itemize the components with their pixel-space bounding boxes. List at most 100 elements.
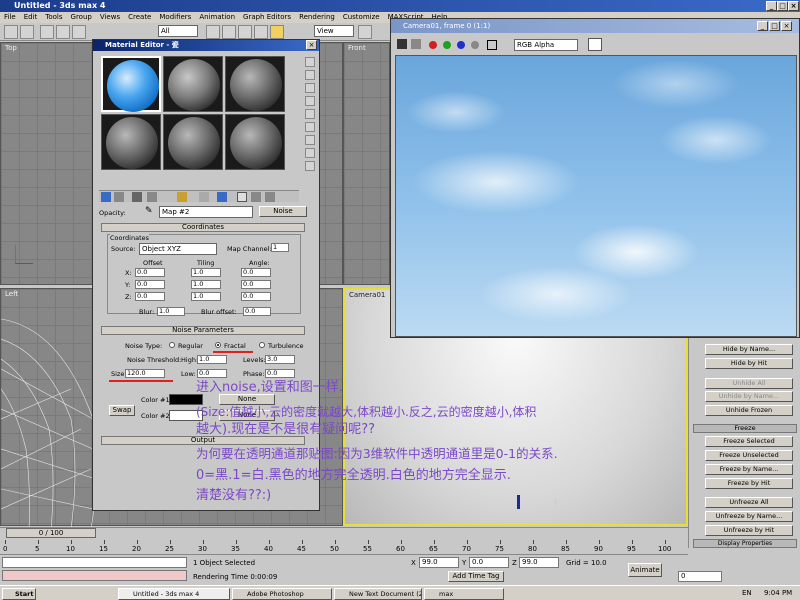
- red-channel-icon[interactable]: [429, 41, 437, 49]
- noise-type-fractal-radio[interactable]: [215, 342, 221, 348]
- tiling-y-spinner[interactable]: 1.0: [191, 280, 221, 289]
- show-end-result-icon[interactable]: [237, 192, 247, 202]
- selection-filter-dropdown[interactable]: All: [158, 25, 198, 37]
- channel-display-dropdown[interactable]: RGB Alpha: [514, 39, 578, 51]
- get-material-icon[interactable]: [101, 192, 111, 202]
- green-channel-icon[interactable]: [443, 41, 451, 49]
- go-to-parent-icon[interactable]: [251, 192, 261, 202]
- map-channel-spinner[interactable]: 1: [271, 243, 289, 252]
- menu-tools[interactable]: Tools: [41, 12, 66, 23]
- put-to-scene-icon[interactable]: [114, 192, 124, 202]
- background-icon[interactable]: [305, 83, 315, 93]
- material-slot-1[interactable]: [101, 56, 161, 112]
- viewport-label-camera[interactable]: Camera01: [349, 291, 385, 299]
- menu-customize[interactable]: Customize: [339, 12, 384, 23]
- material-slot-6[interactable]: [225, 114, 285, 170]
- freeze-selected-button[interactable]: Freeze Selected: [705, 436, 793, 447]
- material-editor-window[interactable]: Material Editor - 瓷 × Opacity: ✎ Map #2 …: [92, 39, 320, 511]
- time-slider-track[interactable]: [0, 527, 688, 539]
- display-properties-rollout[interactable]: Display Properties: [693, 539, 797, 548]
- size-spinner[interactable]: 120.0: [125, 369, 165, 378]
- material-editor-title[interactable]: Material Editor - 瓷: [93, 40, 319, 51]
- map-name-field[interactable]: Map #2: [159, 206, 253, 218]
- material-slot-3[interactable]: [225, 56, 285, 112]
- language-indicator[interactable]: EN: [742, 589, 752, 597]
- color-swatch[interactable]: [588, 38, 602, 51]
- add-time-tag-button[interactable]: Add Time Tag: [448, 571, 504, 582]
- freeze-by-hit-button[interactable]: Freeze by Hit: [705, 478, 793, 489]
- delete-icon[interactable]: [132, 192, 142, 202]
- material-slot-4[interactable]: [101, 114, 161, 170]
- select-by-material-icon[interactable]: [305, 148, 315, 158]
- swap-button[interactable]: Swap: [109, 405, 135, 416]
- menu-rendering[interactable]: Rendering: [295, 12, 339, 23]
- angle-x-spinner[interactable]: 0.0: [241, 268, 271, 277]
- y-coord-field[interactable]: 0.0: [469, 557, 509, 568]
- material-slot-5[interactable]: [163, 114, 223, 170]
- backlight-icon[interactable]: [305, 70, 315, 80]
- material-navigator-icon[interactable]: [305, 161, 315, 171]
- rendered-frame-title[interactable]: Camera01, frame 0 (1:1): [391, 19, 799, 33]
- coordinates-rollout[interactable]: Coordinates: [101, 223, 305, 232]
- unhide-by-name-button[interactable]: Unhide by Name...: [705, 391, 793, 402]
- alpha-channel-icon[interactable]: [471, 41, 479, 49]
- map-type-button[interactable]: Noise: [259, 206, 307, 217]
- options-icon[interactable]: [305, 135, 315, 145]
- x-coord-field[interactable]: 99.0: [419, 557, 459, 568]
- start-button[interactable]: Start: [2, 588, 36, 600]
- task-3dsmax[interactable]: Untitled - 3ds max 4: [118, 588, 230, 600]
- ref-coord-dropdown[interactable]: View: [314, 25, 354, 37]
- close-icon[interactable]: ×: [788, 1, 799, 11]
- unfreeze-by-name-button[interactable]: Unfreeze by Name...: [705, 511, 793, 522]
- angle-z-spinner[interactable]: 0.0: [241, 292, 271, 301]
- render-maximize-icon[interactable]: □: [769, 21, 780, 31]
- material-effects-icon[interactable]: [199, 192, 209, 202]
- menu-modifiers[interactable]: Modifiers: [155, 12, 195, 23]
- freeze-by-name-button[interactable]: Freeze by Name...: [705, 464, 793, 475]
- menu-group[interactable]: Group: [67, 12, 96, 23]
- high-spinner[interactable]: 1.0: [197, 355, 227, 364]
- show-map-icon[interactable]: [217, 192, 227, 202]
- save-bitmap-icon[interactable]: [397, 39, 407, 49]
- put-to-library-icon[interactable]: [177, 192, 187, 202]
- low-spinner[interactable]: 0.0: [197, 369, 227, 378]
- select-by-name-icon[interactable]: [222, 25, 236, 39]
- sample-type-icon[interactable]: [305, 57, 315, 67]
- menu-file[interactable]: File: [0, 12, 20, 23]
- blue-channel-icon[interactable]: [457, 41, 465, 49]
- uv-tiling-icon[interactable]: [305, 96, 315, 106]
- animate-button[interactable]: Animate: [628, 563, 662, 577]
- hide-by-name-button[interactable]: Hide by Name...: [705, 344, 793, 355]
- blur-offset-spinner[interactable]: 0.0: [243, 307, 271, 316]
- menu-graph-editors[interactable]: Graph Editors: [239, 12, 295, 23]
- unfreeze-all-button[interactable]: Unfreeze All: [705, 497, 793, 508]
- offset-z-spinner[interactable]: 0.0: [135, 292, 165, 301]
- offset-y-spinner[interactable]: 0.0: [135, 280, 165, 289]
- select-icon[interactable]: [206, 25, 220, 39]
- tiling-z-spinner[interactable]: 1.0: [191, 292, 221, 301]
- menu-views[interactable]: Views: [96, 12, 124, 23]
- viewport-label-left[interactable]: Left: [5, 290, 18, 298]
- unlink-icon[interactable]: [56, 25, 70, 39]
- undo-icon[interactable]: [4, 25, 18, 39]
- clear-icon[interactable]: [487, 40, 497, 50]
- phase-spinner[interactable]: 0.0: [265, 369, 295, 378]
- viewport-front[interactable]: Front: [343, 42, 390, 285]
- pick-material-icon[interactable]: ✎: [145, 206, 155, 216]
- make-unique-icon[interactable]: [147, 192, 157, 202]
- clone-window-icon[interactable]: [411, 39, 421, 49]
- hide-by-hit-button[interactable]: Hide by Hit: [705, 358, 793, 369]
- track-bar[interactable]: 0 5 10 15 20 25 30 35 40 45 50 55 60 65 …: [0, 540, 688, 555]
- task-max[interactable]: max: [424, 588, 504, 600]
- menu-create[interactable]: Create: [124, 12, 155, 23]
- task-text-document[interactable]: New Text Document (2).t...: [334, 588, 422, 600]
- maximize-icon[interactable]: □: [777, 1, 788, 11]
- video-color-check-icon[interactable]: [305, 109, 315, 119]
- task-photoshop[interactable]: Adobe Photoshop: [232, 588, 332, 600]
- unhide-frozen-button[interactable]: Unhide Frozen: [705, 405, 793, 416]
- viewport-label-top[interactable]: Top: [5, 44, 17, 52]
- z-coord-field[interactable]: 99.0: [519, 557, 559, 568]
- maxscript-listener-mini[interactable]: [2, 557, 187, 568]
- blur-spinner[interactable]: 1.0: [157, 307, 185, 316]
- render-close-icon[interactable]: ×: [781, 21, 792, 31]
